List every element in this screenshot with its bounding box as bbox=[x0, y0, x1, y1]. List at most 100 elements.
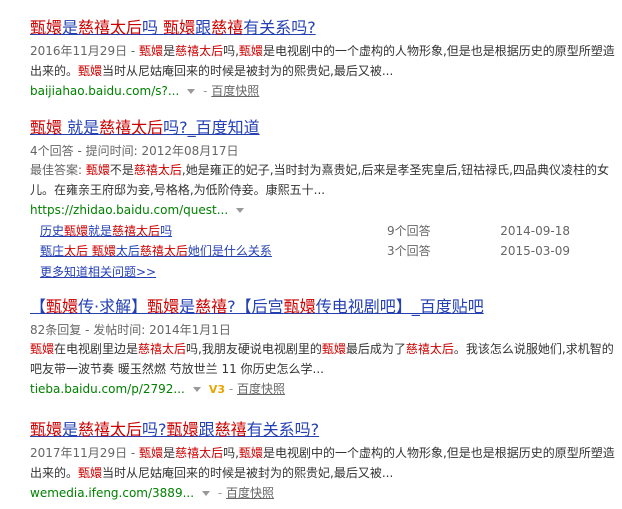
text-fragment: 传·求解】 bbox=[78, 297, 148, 316]
highlighted-keyword: 甄嬛 bbox=[30, 18, 63, 37]
highlighted-keyword: 慈禧太后 bbox=[78, 18, 143, 37]
separator: - bbox=[199, 84, 212, 98]
search-result-4: 甄嬛是慈禧太后吗?甄嬛跟慈禧有关系吗? 2017年11月29日 - 甄嬛是慈禧太… bbox=[30, 420, 620, 503]
text-fragment: 跟 bbox=[198, 420, 215, 439]
highlighted-keyword: 慈禧太后 bbox=[138, 342, 187, 356]
highlighted-keyword: 甄嬛 bbox=[91, 244, 116, 258]
result-3-url-row: tieba.baidu.com/p/2792... V3 - 百度快照 bbox=[30, 379, 620, 400]
related-question-1-date: 2014-09-18 bbox=[500, 224, 570, 238]
text-fragment: 就是 bbox=[88, 224, 113, 238]
text-fragment: 是 bbox=[62, 420, 79, 439]
result-1-url[interactable]: baijiahao.baidu.com/s?... bbox=[30, 84, 179, 98]
result-4-title[interactable]: 甄嬛是慈禧太后吗?甄嬛跟慈禧有关系吗? bbox=[30, 420, 620, 440]
result-2-url-row: https://zhidao.baidu.com/quest... bbox=[30, 200, 620, 220]
result-4-abstract: 2017年11月29日 - 甄嬛是慈禧太后吗,甄嬛是电视剧中的一个虚构的人物形象… bbox=[30, 443, 620, 483]
highlighted-keyword: 甄嬛 bbox=[64, 224, 89, 238]
highlighted-keyword: 慈禧 bbox=[211, 18, 244, 37]
related-question-2-date: 2015-03-09 bbox=[500, 244, 570, 258]
related-question-1-count: 9个回答 bbox=[387, 224, 431, 238]
search-result-3: 【甄嬛传·求解】甄嬛是慈禧?【后宫甄嬛传电视剧吧】_百度贴吧 82条回复 - 发… bbox=[30, 297, 620, 400]
dropdown-arrow-icon[interactable] bbox=[202, 491, 211, 496]
text-fragment: 最佳答案: bbox=[30, 163, 86, 177]
text-fragment: 是 bbox=[179, 297, 196, 316]
text-fragment: 当时从尼姑庵回来的时候是被封为的熙贵妃,最后又被... bbox=[102, 64, 394, 78]
result-4-snapshot-link[interactable]: 百度快照 bbox=[226, 486, 274, 500]
highlighted-keyword: 甄嬛 bbox=[147, 297, 180, 316]
dropdown-arrow-icon[interactable] bbox=[236, 208, 245, 213]
result-3-meta: 82条回复 - 发帖时间: 2014年1月1日 bbox=[30, 323, 231, 337]
result-1-title[interactable]: 甄嬛是慈禧太后吗 甄嬛跟慈禧有关系吗? bbox=[30, 18, 620, 38]
result-3-url[interactable]: tieba.baidu.com/p/2792... bbox=[30, 382, 185, 396]
text-fragment: 她们是什么关系 bbox=[187, 244, 272, 258]
highlighted-keyword: 甄嬛 bbox=[163, 18, 196, 37]
highlighted-keyword: 甄嬛 bbox=[238, 44, 263, 58]
highlighted-keyword: 慈禧太后 bbox=[175, 44, 224, 58]
result-2-abstract: 最佳答案: 甄嬛不是慈禧太后,她是雍正的妃子,当时封为熹贵妃,后来是孝圣宪皇后,… bbox=[30, 160, 620, 200]
text-fragment: 吗? bbox=[142, 420, 167, 439]
highlighted-keyword: 甄嬛 bbox=[85, 163, 110, 177]
highlighted-keyword: 甄嬛 bbox=[166, 420, 199, 439]
result-3-abstract: 甄嬛在电视剧里边是慈禧太后吗,我朋友硬说电视剧里的甄嬛最后成为了慈禧太后。我该怎… bbox=[30, 339, 620, 379]
highlighted-keyword: 慈禧 bbox=[214, 420, 247, 439]
text-fragment: 【 bbox=[30, 297, 47, 316]
text-fragment: 就是 bbox=[62, 118, 100, 137]
text-fragment: 有关系吗? bbox=[246, 420, 320, 439]
highlighted-keyword: 甄嬛 bbox=[321, 342, 346, 356]
result-1-snapshot-link[interactable]: 百度快照 bbox=[211, 84, 259, 98]
text-fragment: 最后成为了 bbox=[345, 342, 406, 356]
result-2-meta: 4个回答 - 提问时间: 2012年08月17日 bbox=[30, 144, 239, 158]
highlighted-keyword: 慈禧太后 bbox=[175, 446, 224, 460]
separator: - bbox=[214, 486, 226, 500]
separator: - bbox=[225, 382, 238, 396]
highlighted-keyword: 甄嬛 bbox=[78, 64, 103, 78]
related-question-2-count: 3个回答 bbox=[387, 244, 431, 258]
highlighted-keyword: 甄嬛 bbox=[139, 446, 164, 460]
highlighted-keyword: 慈禧太后 bbox=[99, 118, 164, 137]
highlighted-keyword: 甄嬛 bbox=[238, 446, 263, 460]
highlighted-keyword: 慈禧太后 bbox=[112, 224, 161, 238]
text-fragment: ?【后宫 bbox=[227, 297, 284, 316]
highlighted-keyword: 甄嬛 bbox=[283, 297, 316, 316]
text-fragment: 是 bbox=[62, 18, 79, 37]
text-fragment: 在电视剧里边是 bbox=[54, 342, 139, 356]
text-fragment: 吗 bbox=[142, 18, 164, 37]
related-question-2-link[interactable]: 甄庄太后 甄嬛太后慈禧太后她们是什么关系 bbox=[40, 242, 272, 260]
highlighted-keyword: 甄嬛 bbox=[30, 118, 63, 137]
result-4-url[interactable]: wemedia.ifeng.com/3889... bbox=[30, 486, 194, 500]
highlighted-keyword: 甄嬛 bbox=[46, 297, 79, 316]
text-fragment: 吗, bbox=[223, 446, 239, 460]
text-fragment: 不是 bbox=[109, 163, 134, 177]
more-related-questions-link[interactable]: 更多知道相关问题>> bbox=[40, 263, 156, 280]
related-question-1-link[interactable]: 历史甄嬛就是慈禧太后吗 bbox=[40, 222, 172, 240]
highlighted-keyword: 甄嬛 bbox=[78, 466, 103, 480]
text-fragment: 历史 bbox=[40, 224, 65, 238]
result-1-abstract: 2016年11月29日 - 甄嬛是慈禧太后吗,甄嬛是电视剧中的一个虚构的人物形象… bbox=[30, 41, 620, 81]
text-fragment: 2016年11月29日 - bbox=[30, 44, 140, 58]
dropdown-arrow-icon[interactable] bbox=[187, 89, 196, 94]
text-fragment: 跟 bbox=[195, 18, 212, 37]
highlighted-keyword: 甄嬛 bbox=[139, 44, 164, 58]
text-fragment: 吗, bbox=[223, 44, 239, 58]
result-1-url-row: baijiahao.baidu.com/s?... - 百度快照 bbox=[30, 81, 620, 101]
result-2-title[interactable]: 甄嬛 就是慈禧太后吗?_百度知道 bbox=[30, 118, 620, 138]
search-result-2: 甄嬛 就是慈禧太后吗?_百度知道 4个回答 - 提问时间: 2012年08月17… bbox=[30, 118, 620, 220]
highlighted-keyword: 太后 bbox=[64, 244, 89, 258]
dropdown-arrow-icon[interactable] bbox=[192, 387, 201, 392]
text-fragment: 有关系吗? bbox=[243, 18, 316, 37]
result-2-url[interactable]: https://zhidao.baidu.com/quest... bbox=[30, 203, 228, 217]
text-fragment: 传电视剧吧】_百度贴吧 bbox=[315, 297, 484, 316]
text-fragment: 吗?_百度知道 bbox=[163, 118, 260, 137]
search-result-1: 甄嬛是慈禧太后吗 甄嬛跟慈禧有关系吗? 2016年11月29日 - 甄嬛是慈禧太… bbox=[30, 18, 620, 101]
highlighted-keyword: 慈禧太后 bbox=[78, 420, 143, 439]
highlighted-keyword: 慈禧太后 bbox=[405, 342, 454, 356]
result-3-snapshot-link[interactable]: 百度快照 bbox=[237, 382, 285, 396]
highlighted-keyword: 慈禧太后 bbox=[139, 244, 188, 258]
highlighted-keyword: 甄嬛 bbox=[30, 420, 63, 439]
result-3-title[interactable]: 【甄嬛传·求解】甄嬛是慈禧?【后宫甄嬛传电视剧吧】_百度贴吧 bbox=[30, 297, 620, 317]
text-fragment: 是 bbox=[163, 446, 176, 460]
highlighted-keyword: 甄嬛 bbox=[30, 342, 55, 356]
highlighted-keyword: 慈禧太后 bbox=[133, 163, 182, 177]
text-fragment: 当时从尼姑庵回来的时候是被封为的熙贵妃,最后又被... bbox=[102, 466, 394, 480]
text-fragment: 是 bbox=[163, 44, 176, 58]
text-fragment: 吗 bbox=[160, 224, 173, 238]
